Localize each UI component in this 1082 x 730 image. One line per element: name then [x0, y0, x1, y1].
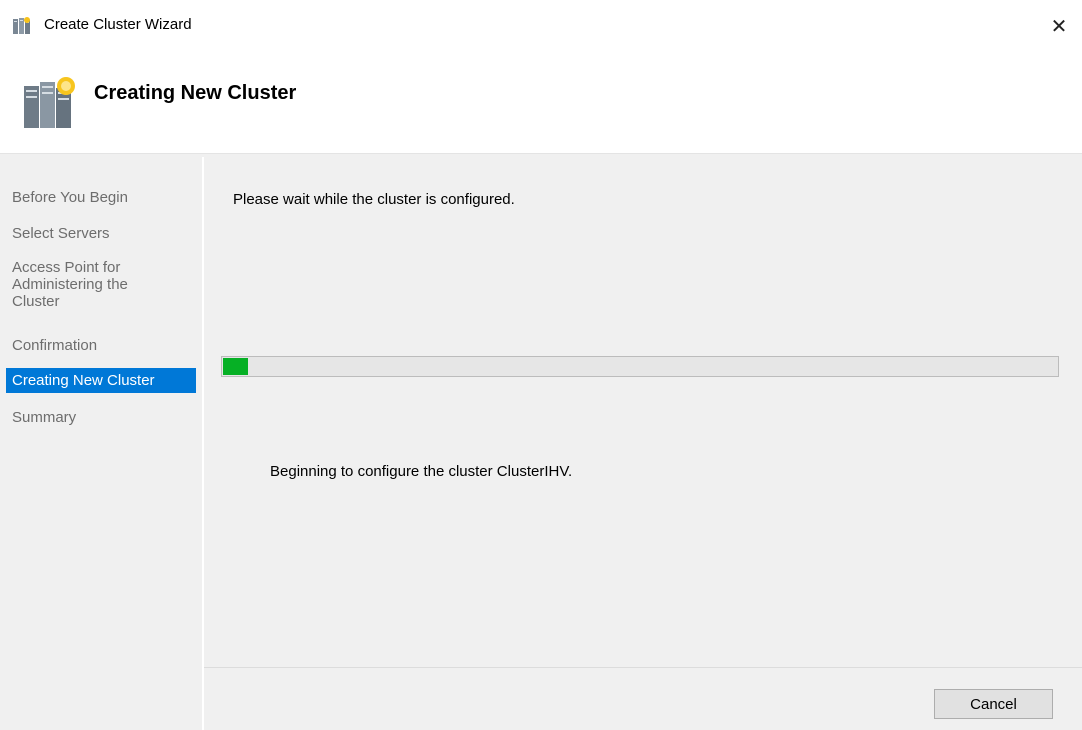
wizard-footer: Cancel [204, 667, 1082, 730]
status-message: Beginning to configure the cluster Clust… [270, 463, 573, 480]
cluster-servers-icon [13, 17, 30, 34]
title-bar: Create Cluster Wizard ✕ [0, 0, 1082, 52]
wizard-header: Creating New Cluster [0, 52, 1082, 152]
nav-item-before-you-begin[interactable]: Before You Begin [6, 185, 196, 210]
nav-item-summary[interactable]: Summary [6, 405, 196, 430]
page-title: Creating New Cluster [94, 82, 297, 104]
window-title: Create Cluster Wizard [44, 16, 192, 33]
progress-fill [223, 358, 248, 375]
close-button[interactable]: ✕ [1036, 0, 1082, 52]
cancel-button[interactable]: Cancel [934, 689, 1053, 719]
wizard-steps-nav: Before You Begin Select Servers Access P… [0, 157, 204, 730]
nav-item-select-servers[interactable]: Select Servers [6, 221, 196, 246]
close-icon[interactable]: ✕ [1051, 14, 1068, 39]
nav-item-confirmation[interactable]: Confirmation [6, 333, 196, 358]
main-content: Please wait while the cluster is configu… [204, 157, 1082, 667]
wait-message: Please wait while the cluster is configu… [233, 191, 515, 208]
cluster-servers-icon [24, 77, 75, 128]
nav-item-access-point[interactable]: Access Point for Administering the Clust… [6, 255, 166, 314]
nav-item-creating-new-cluster[interactable]: Creating New Cluster [6, 368, 196, 393]
progress-bar [221, 356, 1059, 377]
